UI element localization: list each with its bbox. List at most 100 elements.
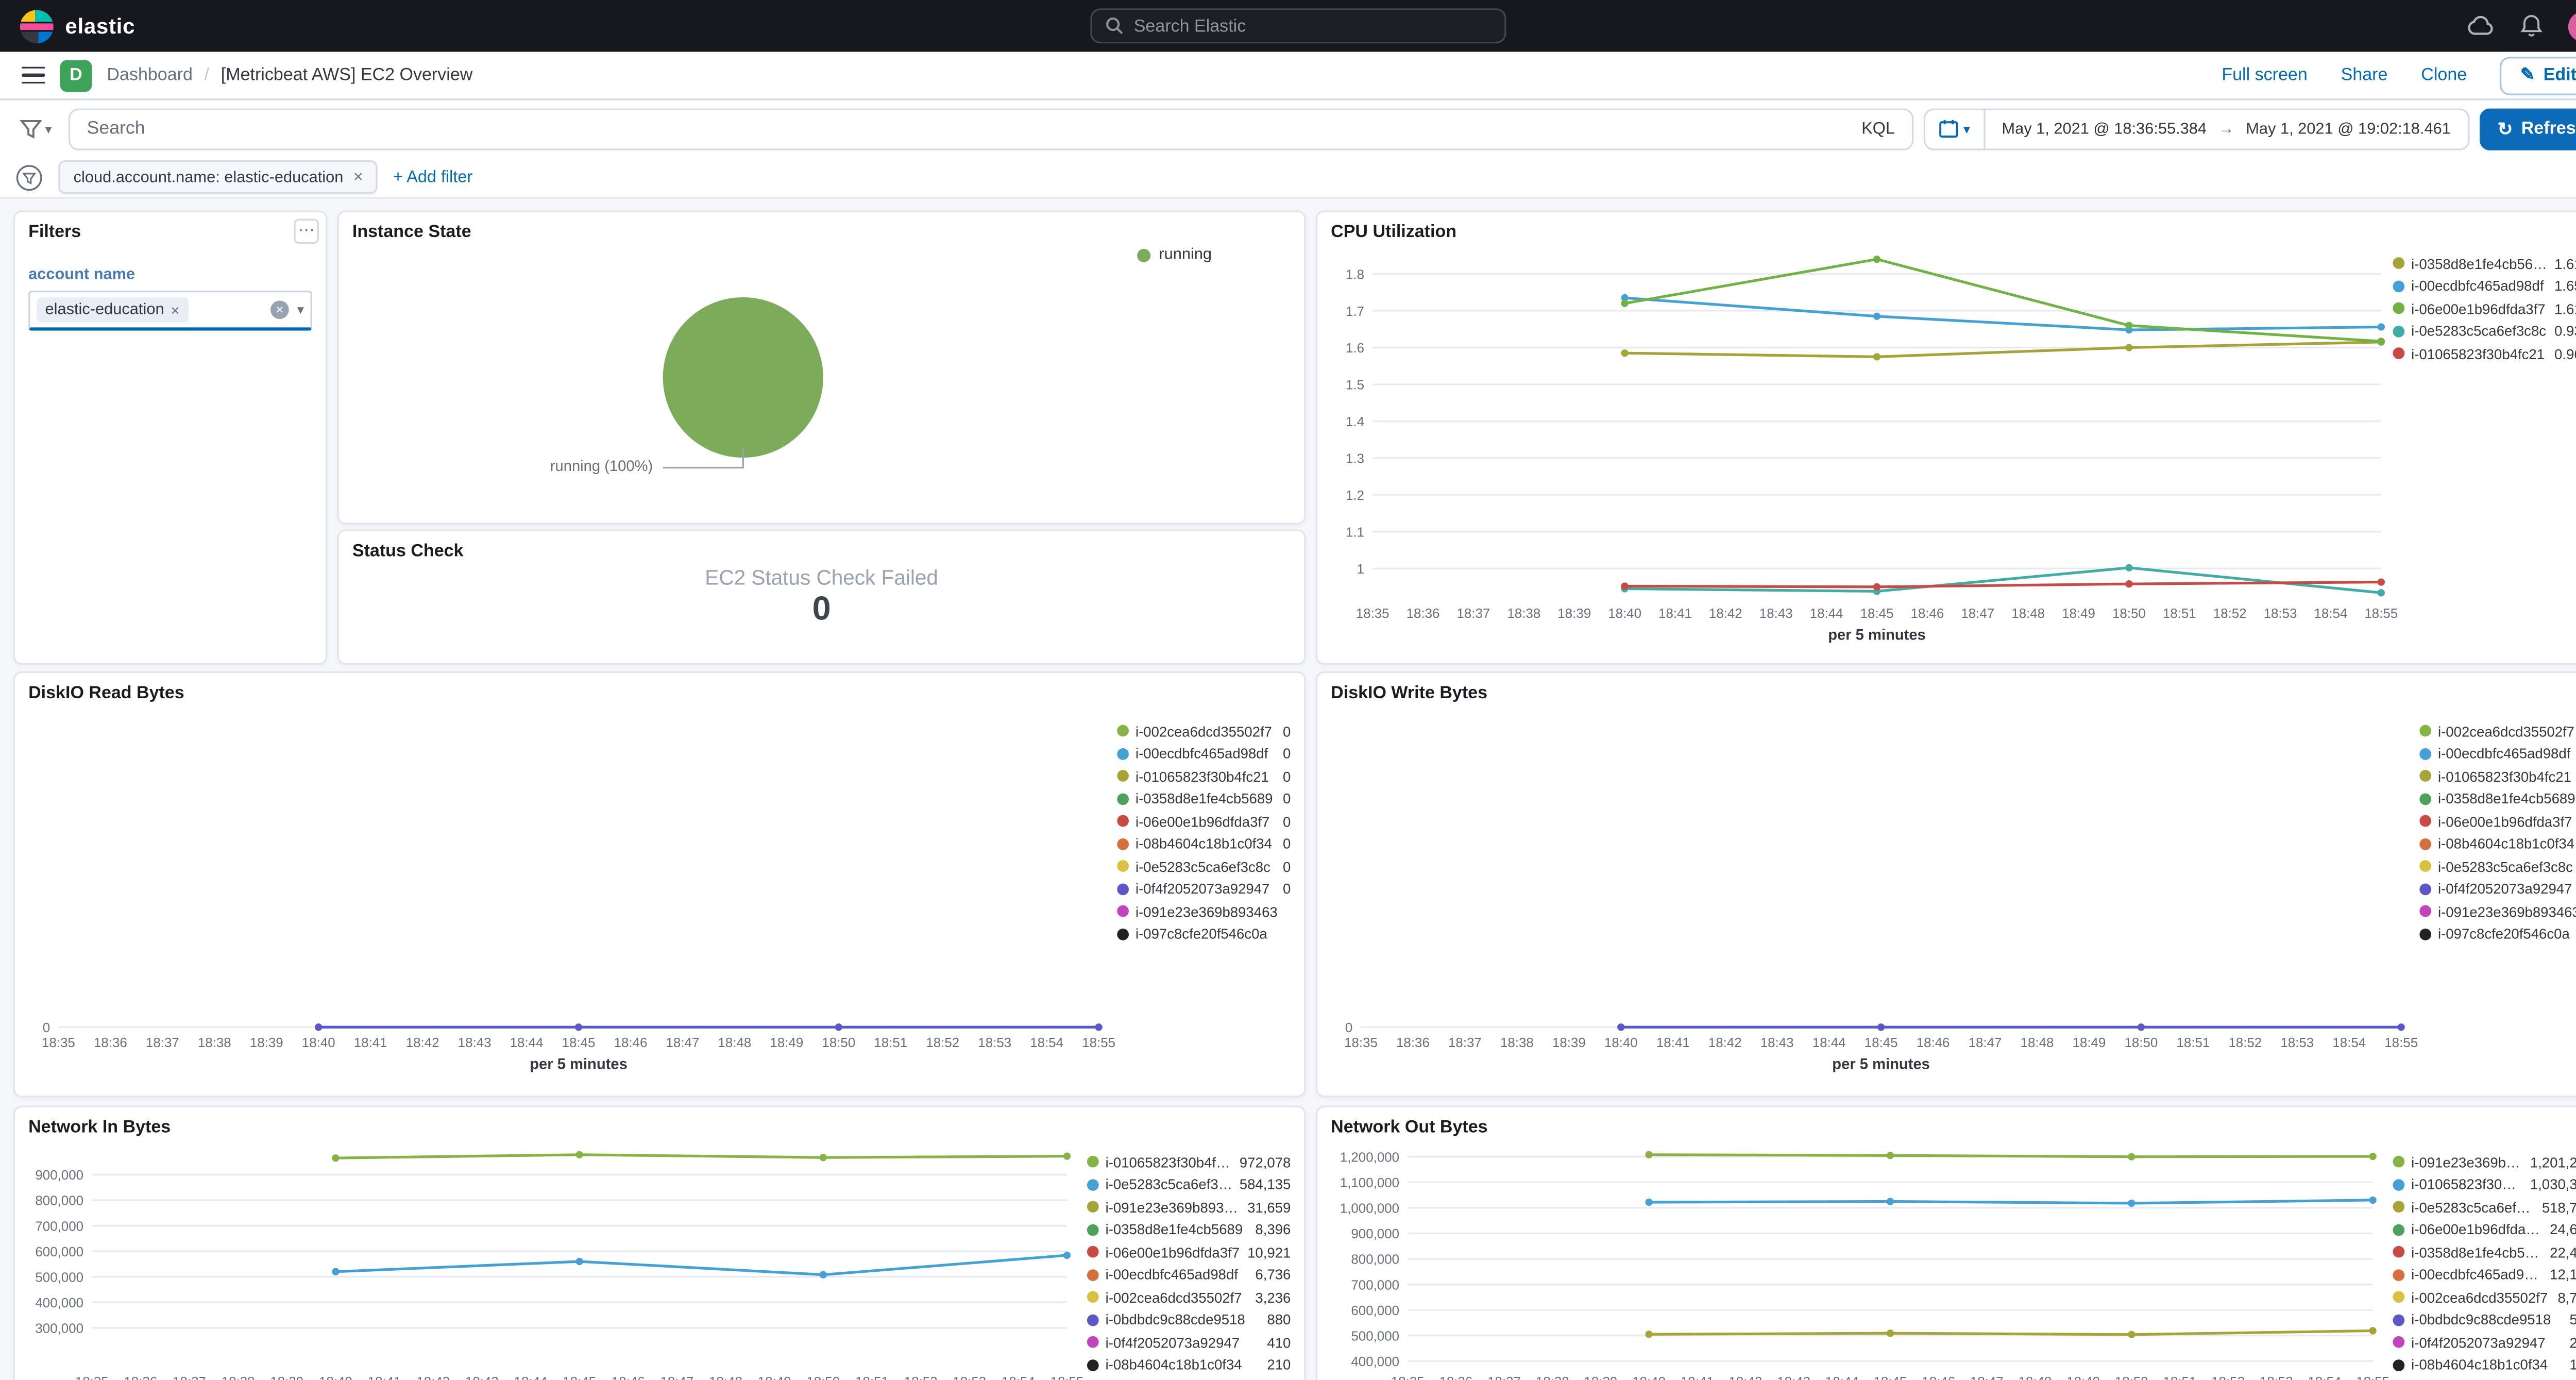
chevron-down-icon[interactable]: ▾ [297, 302, 304, 317]
legend-item[interactable]: i-0e5283c5ca6ef3c8c 0.934 [2393, 320, 2576, 343]
pie-legend-item[interactable]: running [1137, 245, 1212, 264]
legend-swatch [1087, 1291, 1099, 1303]
remove-option-icon[interactable]: × [171, 301, 180, 318]
remove-filter-icon[interactable]: × [353, 168, 363, 187]
cpu-utilization-chart[interactable]: 1 1.1 1.2 1.3 1.4 1.5 1.6 1.7 1.8 18:35 18:36 18:37… [1317, 212, 2576, 663]
add-filter-link[interactable]: + Add filter [393, 168, 472, 187]
legend-swatch [1087, 1336, 1099, 1349]
panel-options-button[interactable]: ⋯ [294, 218, 319, 244]
legend-value: 1,201,252 [2530, 1153, 2576, 1171]
legend-item[interactable]: i-08b4604c18b1c0f34 196 [2393, 1354, 2576, 1376]
legend-item[interactable]: i-06e00e1b96dfda3f7 1.617 [2393, 297, 2576, 320]
refresh-button[interactable]: ↻ Refresh [2479, 108, 2576, 150]
legend-item[interactable]: i-00ecdbfc465ad98df 12,176 [2393, 1264, 2576, 1286]
query-search-input[interactable] [87, 119, 1849, 139]
legend-item[interactable]: i-0358d8e1fe4cb5689 22,498 [2393, 1241, 2576, 1264]
diskio-read-bytes-chart[interactable]: 0 18:35 18:36 18:37 18:38 18:39 18:40 18:41 18:4… [15, 673, 1304, 1096]
legend-item[interactable]: i-06e00e1b96dfda3f70 [2419, 810, 2576, 833]
global-search[interactable] [1090, 8, 1506, 44]
legend-label: i-0358d8e1fe4cb5689 [2438, 790, 2575, 807]
space-badge[interactable]: D [60, 59, 92, 91]
legend-item[interactable]: i-091e23e369b893... 1,201,252 [2393, 1151, 2576, 1173]
date-quick-select-button[interactable]: ▾ [1925, 109, 1986, 148]
legend-item[interactable]: i-0358d8e1fe4cb56890 [2419, 787, 2576, 810]
account-name-combobox[interactable]: elastic-education × × ▾ [28, 290, 313, 331]
legend-item[interactable]: i-08b4604c18b1c0f34 210 [1087, 1354, 1291, 1376]
pie-slice-running[interactable] [663, 297, 823, 458]
legend-item[interactable]: i-01065823f30b4fc210 [2419, 765, 2576, 787]
legend-item[interactable]: i-0e5283c5ca6ef3c8c0 [1117, 855, 1291, 878]
legend-item[interactable]: i-097c8cfe20f546c0a [1117, 923, 1291, 946]
legend-item[interactable]: i-0f4f2052073a929470 [1117, 878, 1291, 900]
legend-item[interactable]: i-00ecdbfc465ad98df0 [2419, 743, 2576, 765]
legend-item[interactable]: i-06e00e1b96dfda3f7 10,921 [1087, 1241, 1291, 1264]
legend-item[interactable]: i-00ecdbfc465ad98df0 [1117, 743, 1291, 765]
cpu-utilization-plot-area[interactable]: 1 1.1 1.2 1.3 1.4 1.5 1.6 1.7 1.8 18:35 18:36 18:37… [1317, 212, 2576, 667]
svg-text:18:53: 18:53 [2264, 607, 2297, 621]
legend-item[interactable]: i-0f4f2052073a92947 410 [1087, 1331, 1291, 1354]
edit-button[interactable]: ✎ Edit [2500, 56, 2576, 95]
network-out-bytes-plot-area[interactable]: 400,000 500,000 600,000 700,000 800,000 900,0… [1317, 1107, 2576, 1380]
network-in-bytes-chart[interactable]: 300,000 400,000 500,000 600,000 700,000 800,0… [15, 1107, 1304, 1380]
legend-item[interactable]: i-0bdbdc9c88cde9518 588 [2393, 1308, 2576, 1331]
diskio-read-bytes-plot-area[interactable]: 018:35 18:36 18:37 18:38 18:39 18:40 18:41 18:4… [15, 673, 1308, 1099]
diskio-write-bytes-chart[interactable]: 0 18:35 18:36 18:37 18:38 18:39 18:40 18:41 18:4… [1317, 673, 2576, 1096]
legend-item[interactable]: i-002cea6dcd35502f70 [1117, 720, 1291, 743]
legend-item[interactable]: i-0e5283c5ca6ef3c8c 518,768 [2393, 1196, 2576, 1219]
legend-item[interactable]: i-091e23e369b893463 31,659 [1087, 1196, 1291, 1219]
end-date[interactable]: May 1, 2021 @ 19:02:18.461 [2246, 120, 2451, 138]
legend-item[interactable]: i-0f4f2052073a92947 208 [2393, 1331, 2576, 1354]
navigation-bar: D Dashboard / [Metricbeat AWS] EC2 Overv… [0, 52, 2576, 100]
legend-item[interactable]: i-0bdbdc9c88cde9518 880 [1087, 1308, 1291, 1331]
legend-item[interactable]: i-0358d8e1fe4cb5689 1.615 [2393, 252, 2576, 275]
full-screen-link[interactable]: Full screen [2222, 65, 2307, 85]
cloud-icon[interactable] [2466, 15, 2495, 37]
legend-item[interactable]: i-01065823f30b4fc21 972,078 [1087, 1151, 1291, 1173]
legend-item[interactable]: i-01065823f30b4fc... 1,030,384 [2393, 1173, 2576, 1196]
legend-item[interactable]: i-08b4604c18b1c0f340 [2419, 833, 2576, 855]
svg-text:18:40: 18:40 [1632, 1375, 1666, 1380]
legend-item[interactable]: i-0358d8e1fe4cb56890 [1117, 787, 1291, 810]
kql-language-button[interactable]: KQL [1861, 120, 1895, 138]
svg-text:18:46: 18:46 [612, 1375, 645, 1380]
legend-item[interactable]: i-091e23e369b893463 [1117, 900, 1291, 923]
legend-item[interactable]: i-00ecdbfc465ad98df 6,736 [1087, 1264, 1291, 1286]
legend-value: 410 [1267, 1334, 1291, 1351]
clone-link[interactable]: Clone [2421, 65, 2467, 85]
filter-pill[interactable]: cloud.account.name: elastic-education × [58, 160, 378, 194]
legend-item[interactable]: i-0e5283c5ca6ef3c8c0 [2419, 855, 2576, 878]
global-search-input[interactable] [1133, 15, 1492, 36]
network-out-bytes-chart[interactable]: 400,000 500,000 600,000 700,000 800,000 900,0… [1317, 1107, 2576, 1380]
elastic-logo[interactable] [20, 9, 54, 43]
saved-query-menu-button[interactable]: ▾ [13, 114, 59, 143]
user-avatar[interactable]: m [2568, 11, 2576, 41]
legend-item[interactable]: i-06e00e1b96dfda3f70 [1117, 810, 1291, 833]
legend-item[interactable]: i-0f4f2052073a929470 [2419, 878, 2576, 900]
start-date[interactable]: May 1, 2021 @ 18:36:55.384 [2002, 120, 2207, 138]
svg-text:18:44: 18:44 [1825, 1375, 1859, 1380]
clear-selection-icon[interactable]: × [270, 300, 289, 319]
notifications-bell-icon[interactable] [2520, 13, 2543, 39]
menu-icon[interactable] [22, 66, 45, 84]
svg-text:18:52: 18:52 [904, 1375, 938, 1380]
filter-options-icon[interactable] [15, 163, 43, 191]
legend-item[interactable]: i-06e00e1b96dfda3f7 24,685 [2393, 1218, 2576, 1241]
legend-item[interactable]: i-097c8cfe20f546c0a [2419, 923, 2576, 946]
legend-item[interactable]: i-002cea6dcd35502f70 [2419, 720, 2576, 743]
svg-text:18:51: 18:51 [2163, 1375, 2197, 1380]
breadcrumb-dashboard[interactable]: Dashboard [107, 65, 193, 85]
diskio-write-bytes-plot-area[interactable]: 018:35 18:36 18:37 18:38 18:39 18:40 18:41 18:4… [1317, 673, 2576, 1099]
legend-item[interactable]: i-0358d8e1fe4cb5689 8,396 [1087, 1218, 1291, 1241]
legend-item[interactable]: i-08b4604c18b1c0f340 [1117, 833, 1291, 855]
legend-item[interactable]: i-00ecdbfc465ad98df 1.656 [2393, 275, 2576, 297]
legend-item[interactable]: i-091e23e369b893463 [2419, 900, 2576, 923]
legend-item[interactable]: i-002cea6dcd35502f7 8,779 [2393, 1286, 2576, 1309]
svg-text:18:35: 18:35 [1344, 1036, 1378, 1050]
legend-value: 518,768 [2541, 1199, 2576, 1216]
share-link[interactable]: Share [2341, 65, 2388, 85]
legend-item[interactable]: i-01065823f30b4fc210 [1117, 765, 1291, 787]
legend-item[interactable]: i-0e5283c5ca6ef3c8c 584,135 [1087, 1173, 1291, 1196]
svg-text:18:40: 18:40 [302, 1036, 335, 1050]
legend-item[interactable]: i-002cea6dcd35502f7 3,236 [1087, 1286, 1291, 1309]
legend-item[interactable]: i-01065823f30b4fc21 0.963 [2393, 342, 2576, 365]
